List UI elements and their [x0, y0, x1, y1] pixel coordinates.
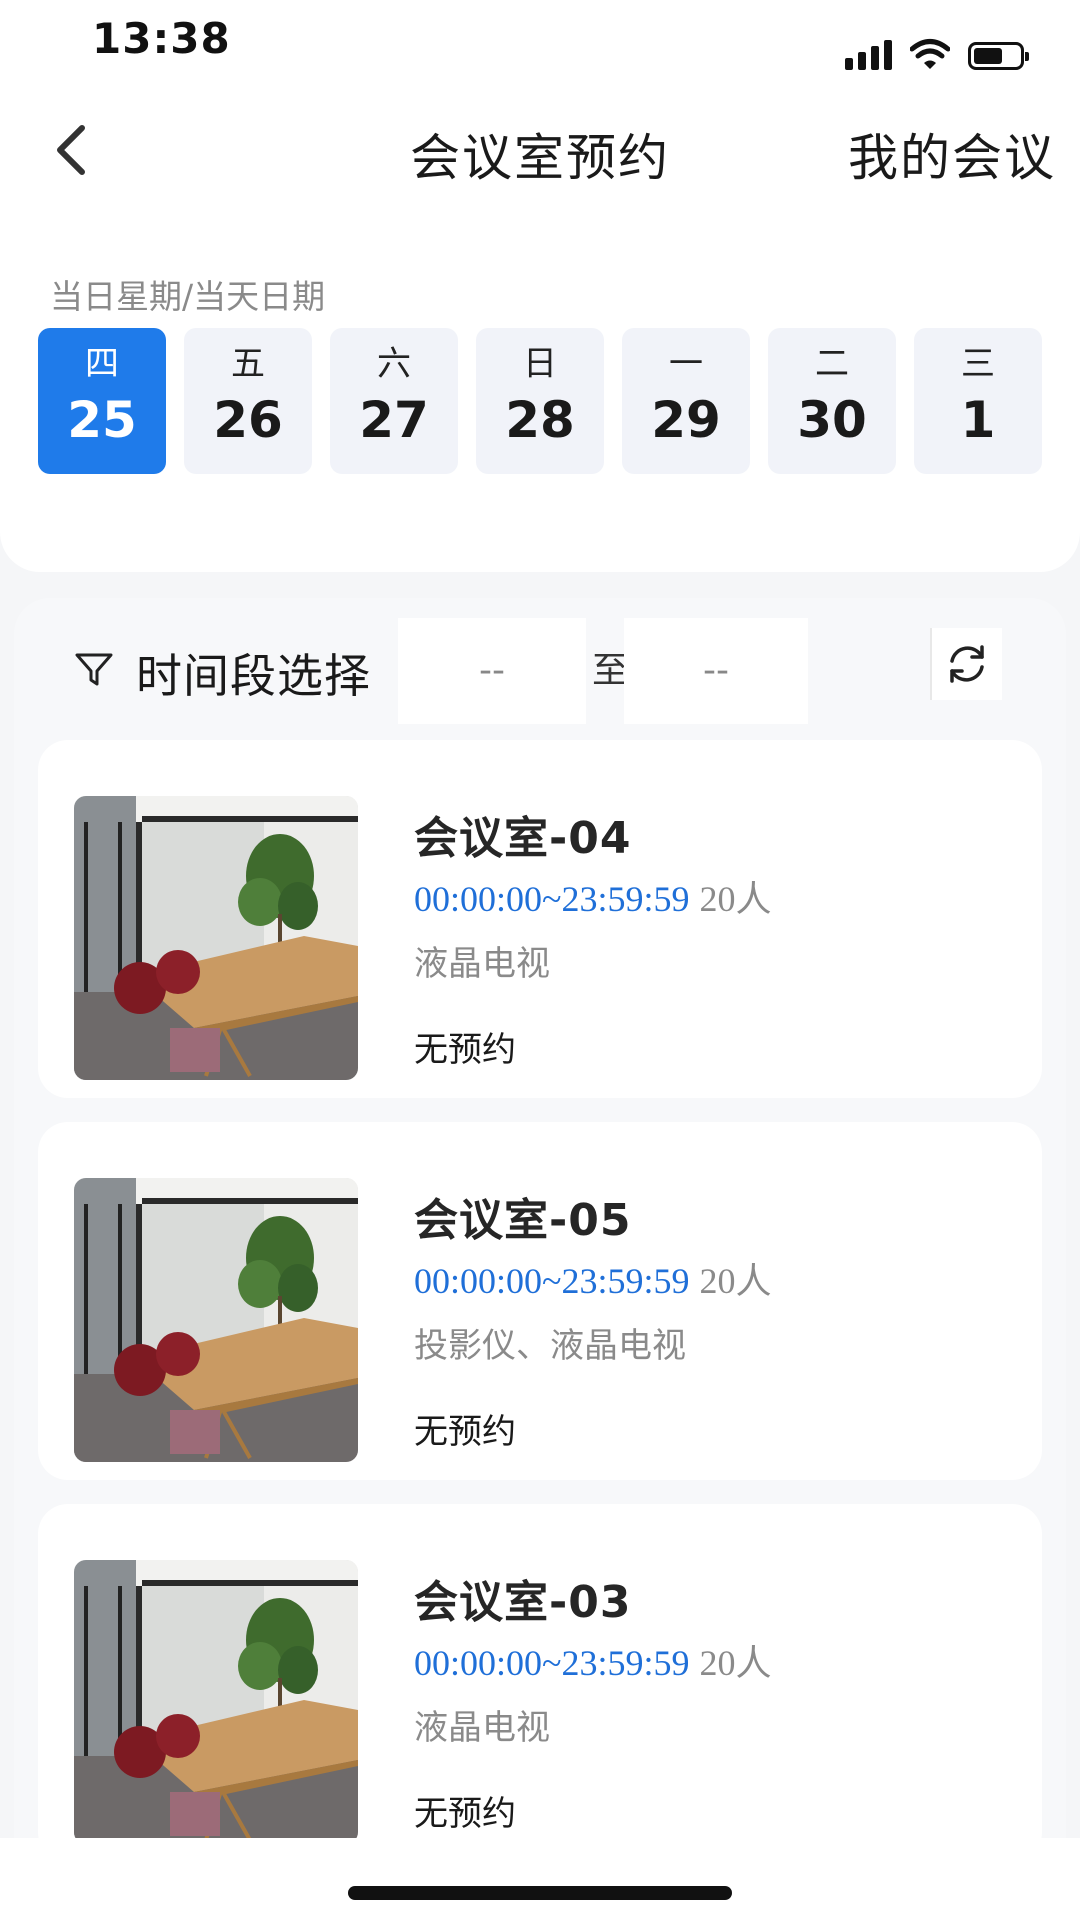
room-hours: 00:00:00~23:59:59	[414, 879, 690, 919]
date-chip-27[interactable]: 六 27	[330, 328, 458, 474]
room-meta: 00:00:00~23:59:59 20人	[414, 1634, 772, 1686]
date-chip-weekday: 日	[523, 344, 557, 384]
time-filter-bar: 时间段选择 -- 至 --	[14, 598, 1066, 724]
room-equipment: 投影仪、液晶电视	[414, 1326, 686, 1366]
room-photo	[74, 796, 358, 1080]
end-time-picker[interactable]: --	[624, 618, 808, 724]
meeting-room-photo	[74, 1560, 358, 1838]
app-screen: 13:38 会议室预约 我的会议 当日星期/当天日期 四 25 五 26 六 2…	[0, 0, 1080, 1920]
room-hours: 00:00:00~23:59:59	[414, 1643, 690, 1683]
room-photo	[74, 1560, 358, 1838]
room-equipment: 液晶电视	[414, 944, 550, 984]
room-name: 会议室-05	[414, 1195, 632, 1246]
date-chip-weekday: 四	[85, 344, 119, 384]
date-chip-weekday: 一	[669, 344, 703, 384]
start-time-picker[interactable]: --	[398, 618, 586, 724]
date-strip: 四 25 五 26 六 27 日 28 一 29 二 30 三 1	[38, 328, 1042, 474]
time-filter-label: 时间段选择	[136, 649, 371, 703]
refresh-icon	[950, 645, 984, 683]
filter-icon	[75, 653, 113, 686]
date-chip-weekday: 六	[377, 344, 411, 384]
status-icons	[845, 38, 1029, 70]
date-section-label: 当日星期/当天日期	[50, 277, 326, 316]
room-list-panel: 时间段选择 -- 至 -- 会议室-04 00:00:00~23:59:59 2…	[14, 598, 1066, 1838]
home-indicator[interactable]	[348, 1886, 732, 1900]
date-chip-day: 26	[213, 391, 283, 449]
room-photo	[74, 1178, 358, 1462]
date-chip-day: 29	[651, 391, 721, 449]
date-chip-25[interactable]: 四 25	[38, 328, 166, 474]
battery-icon	[968, 42, 1029, 70]
date-chip-26[interactable]: 五 26	[184, 328, 312, 474]
room-capacity: 20人	[699, 1261, 772, 1301]
date-chip-day: 25	[67, 391, 137, 449]
room-hours: 00:00:00~23:59:59	[414, 1261, 690, 1301]
date-chip-1[interactable]: 三 1	[914, 328, 1042, 474]
status-bar: 13:38	[0, 0, 1080, 100]
date-chip-weekday: 五	[231, 344, 265, 384]
signal-icon	[845, 40, 892, 70]
room-capacity: 20人	[699, 879, 772, 919]
home-indicator-area	[0, 1838, 1080, 1920]
my-meetings-link[interactable]: 我的会议	[848, 118, 1056, 190]
date-chip-29[interactable]: 一 29	[622, 328, 750, 474]
date-chip-30[interactable]: 二 30	[768, 328, 896, 474]
date-chip-weekday: 二	[815, 344, 849, 384]
room-card[interactable]: 会议室-03 00:00:00~23:59:59 20人 液晶电视 无预约	[38, 1504, 1042, 1838]
date-chip-day: 1	[960, 391, 996, 449]
status-time: 13:38	[92, 14, 231, 63]
meeting-room-photo	[74, 796, 358, 1080]
room-booking-status: 无预约	[414, 1794, 516, 1834]
wifi-icon	[910, 39, 950, 69]
room-booking-status: 无预约	[414, 1030, 516, 1070]
room-meta: 00:00:00~23:59:59 20人	[414, 1252, 772, 1304]
nav-bar: 会议室预约 我的会议	[0, 100, 1080, 200]
room-meta: 00:00:00~23:59:59 20人	[414, 870, 772, 922]
room-equipment: 液晶电视	[414, 1708, 550, 1748]
room-card[interactable]: 会议室-04 00:00:00~23:59:59 20人 液晶电视 无预约	[38, 740, 1042, 1098]
date-chip-day: 30	[797, 391, 867, 449]
room-name: 会议室-04	[414, 813, 632, 864]
date-chip-day: 27	[359, 391, 429, 449]
date-chip-weekday: 三	[961, 344, 995, 384]
meeting-room-photo	[74, 1178, 358, 1462]
date-chip-day: 28	[505, 391, 575, 449]
room-capacity: 20人	[699, 1643, 772, 1683]
room-card[interactable]: 会议室-05 00:00:00~23:59:59 20人 投影仪、液晶电视 无预约	[38, 1122, 1042, 1480]
date-chip-28[interactable]: 日 28	[476, 328, 604, 474]
room-name: 会议室-03	[414, 1577, 632, 1628]
room-booking-status: 无预约	[414, 1412, 516, 1452]
header-card: 会议室预约 我的会议 当日星期/当天日期 四 25 五 26 六 27 日 28…	[0, 100, 1080, 572]
refresh-button[interactable]	[930, 628, 1002, 700]
